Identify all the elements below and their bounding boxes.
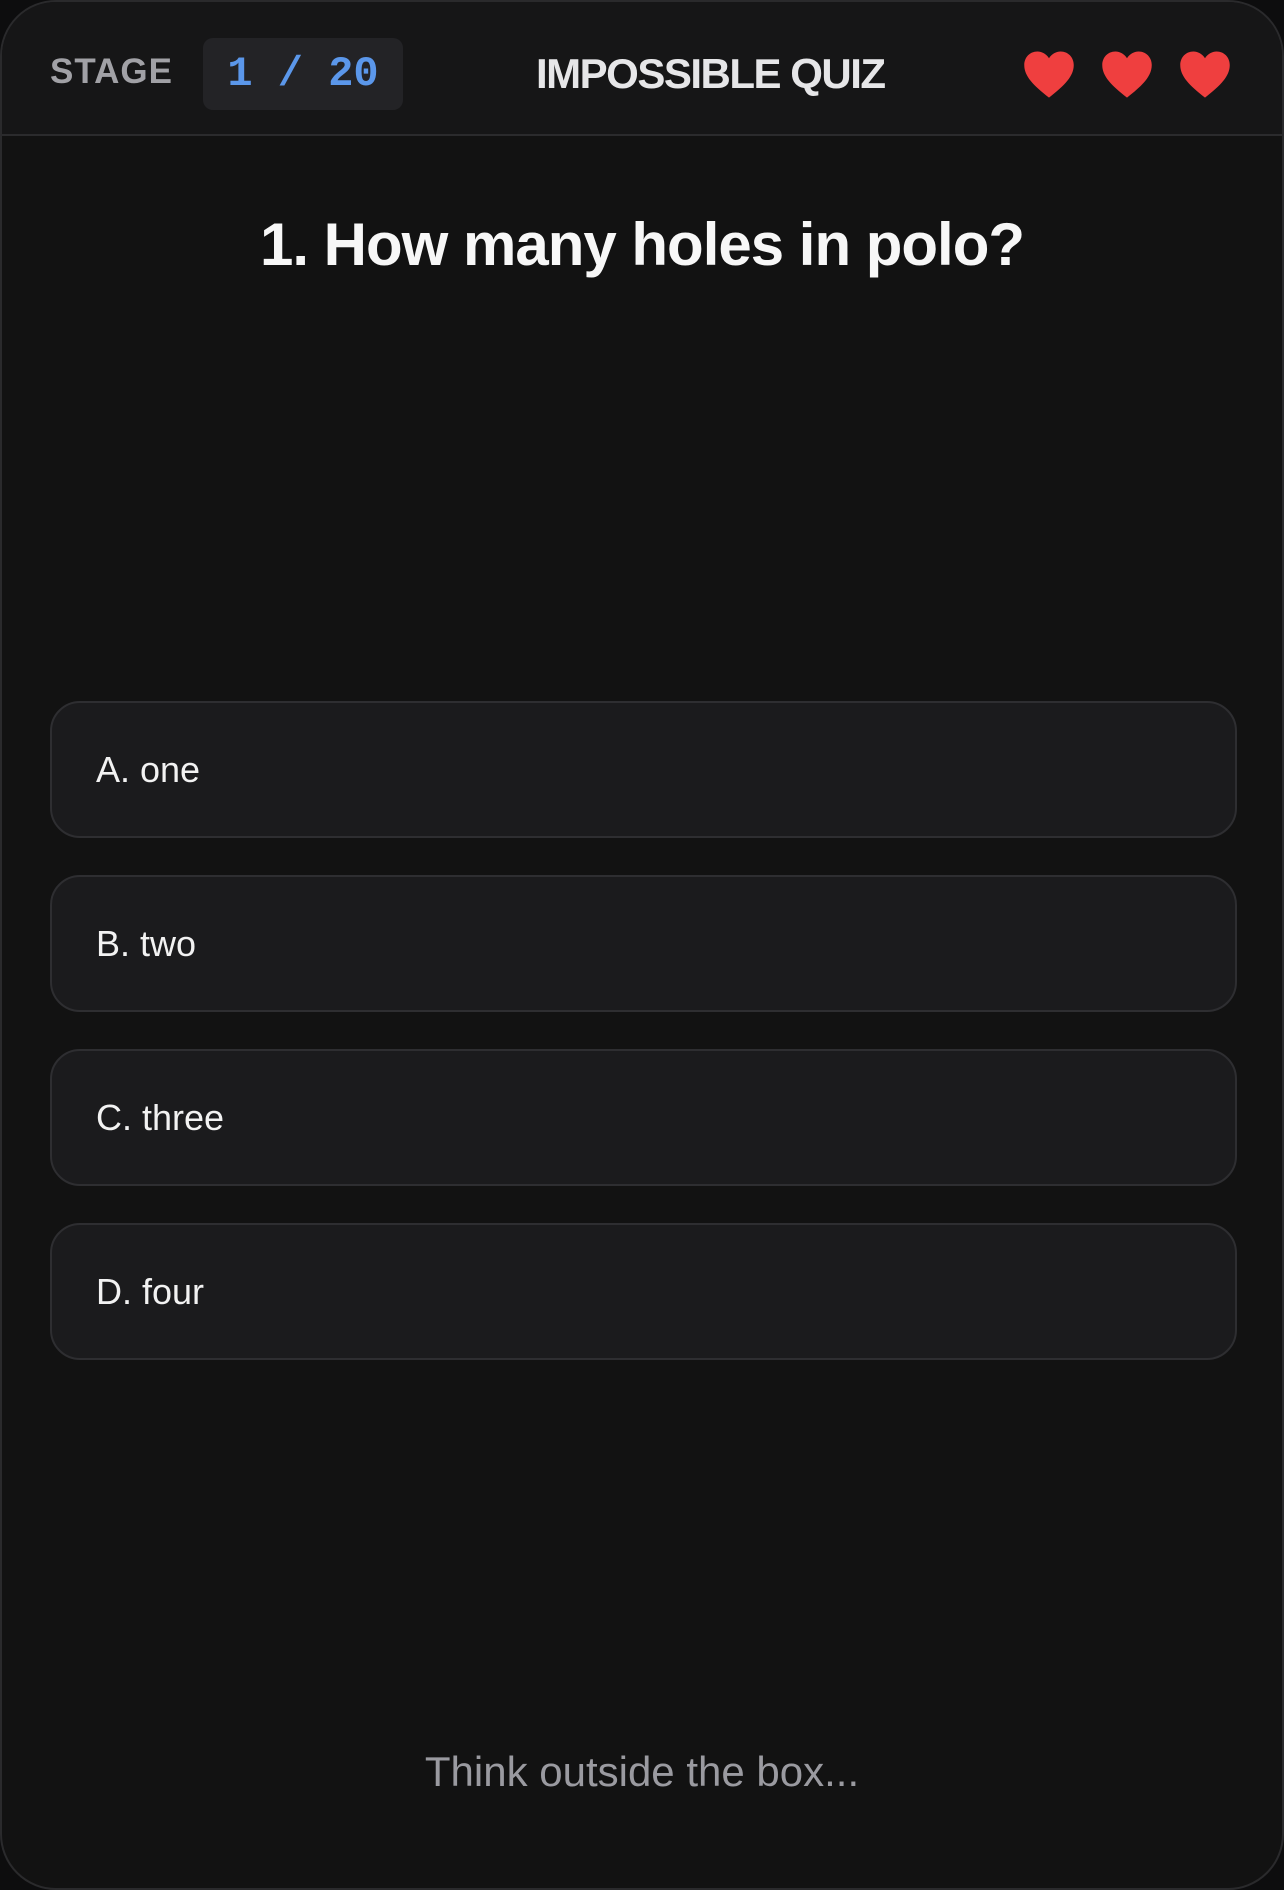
top-bar: STAGE 1 / 20 IMPOSSIBLE QUIZ xyxy=(2,2,1282,136)
lives-indicator xyxy=(1022,48,1262,102)
answer-list: A. one B. two C. three D. four xyxy=(50,701,1237,1397)
hint-text: Think outside the box... xyxy=(424,1748,860,1795)
answer-option-d[interactable]: D. four xyxy=(50,1223,1237,1360)
question-text: 1. How many holes in polo? xyxy=(259,211,1025,278)
heart-icon xyxy=(1100,48,1154,100)
answer-option-b[interactable]: B. two xyxy=(50,875,1237,1012)
answer-option-a[interactable]: A. one xyxy=(50,701,1237,838)
heart-icon xyxy=(1178,48,1232,100)
stage-label: STAGE xyxy=(50,52,173,91)
answer-label: D. four xyxy=(96,1271,205,1312)
answer-label: C. three xyxy=(96,1097,225,1138)
quiz-screen: STAGE 1 / 20 IMPOSSIBLE QUIZ 1. How many… xyxy=(0,0,1284,1890)
answer-label: A. one xyxy=(96,749,201,790)
game-title: IMPOSSIBLE QUIZ xyxy=(536,50,886,97)
stage-counter: 1 / 20 xyxy=(203,38,403,110)
answer-label: B. two xyxy=(96,923,197,964)
answer-option-c[interactable]: C. three xyxy=(50,1049,1237,1186)
heart-icon xyxy=(1022,48,1076,100)
